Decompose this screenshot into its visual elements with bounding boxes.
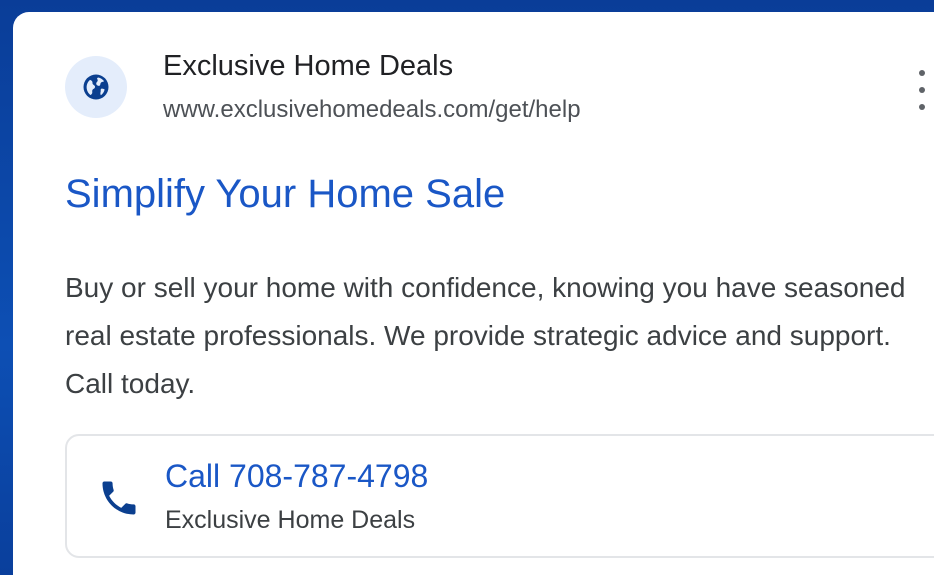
background-frame: Exclusive Home Deals www.exclusivehomede… xyxy=(0,0,934,575)
ad-headline-link[interactable]: Simplify Your Home Sale xyxy=(65,172,505,217)
call-extension-button[interactable]: Call 708-787-4798 Exclusive Home Deals xyxy=(65,434,934,558)
call-business-name: Exclusive Home Deals xyxy=(165,506,416,534)
phone-icon xyxy=(102,481,136,515)
call-phone-link[interactable]: Call 708-787-4798 xyxy=(165,458,428,495)
advertiser-name[interactable]: Exclusive Home Deals xyxy=(163,50,453,83)
site-favicon xyxy=(65,56,127,118)
display-url[interactable]: www.exclusivehomedeals.com/get/help xyxy=(163,96,581,124)
more-options-button[interactable] xyxy=(911,70,933,110)
ad-description: Buy or sell your home with confidence, k… xyxy=(65,272,906,399)
search-ad-card: Exclusive Home Deals www.exclusivehomede… xyxy=(13,12,934,575)
globe-icon xyxy=(83,74,109,100)
more-vert-icon xyxy=(919,70,925,76)
